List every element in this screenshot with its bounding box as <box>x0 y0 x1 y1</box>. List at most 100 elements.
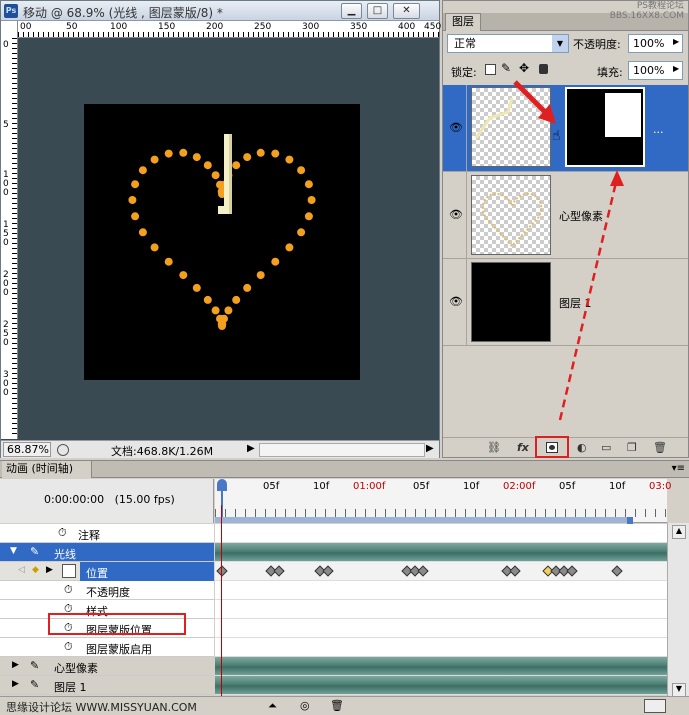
track-mask-enable[interactable] <box>215 638 667 657</box>
scroll-up-arrow[interactable]: ▲ <box>672 525 686 539</box>
triangle-right-icon[interactable]: ▶ <box>12 660 19 670</box>
triangle-right-icon[interactable]: ▶ <box>247 443 255 454</box>
heart-dot <box>232 295 241 304</box>
layer-row-layer1[interactable]: 👁 图层 1 <box>443 259 688 346</box>
track-opacity[interactable] <box>215 581 667 600</box>
document-titlebar[interactable]: Ps 移动 @ 68.9% (光线 , 图层蒙版/8) * ▁ □ ✕ <box>1 1 439 21</box>
lock-move-icon[interactable]: ✥ <box>519 61 529 75</box>
heart-dot <box>216 180 224 189</box>
zoom-field[interactable]: 68.87% <box>3 442 51 457</box>
ruler-tick-label: 250 <box>3 320 9 348</box>
timeline-header: 0:00:00:00 (15.00 fps) <box>0 479 214 523</box>
mask-icon-dot <box>549 445 555 450</box>
layer-thumbnail[interactable] <box>471 87 551 167</box>
lock-all-icon[interactable] <box>539 64 548 74</box>
keyframe-marker[interactable] <box>322 565 334 577</box>
fx-icon[interactable]: fx <box>517 441 529 454</box>
ruler-top[interactable]: 00 50 100 150 200 250 300 350 400 450 <box>18 21 441 38</box>
keyframe-marker[interactable] <box>566 565 578 577</box>
timeline-row-position[interactable]: ◁ ◆ ▶ 位置 <box>0 562 214 581</box>
timeline-row-comments[interactable]: ⏱ 注释 <box>0 524 214 543</box>
visibility-toggle[interactable]: 👁 <box>445 172 467 258</box>
heart-dot <box>164 149 173 158</box>
tab-layers[interactable]: 图层 <box>445 13 481 31</box>
heart-artwork <box>128 134 316 330</box>
track-mask-position[interactable] <box>215 619 667 638</box>
canvas[interactable] <box>84 104 360 380</box>
triangle-right-icon[interactable]: ▶ <box>673 64 679 73</box>
layer-row-heart[interactable]: 👁 心型像素 <box>443 172 688 259</box>
track-style[interactable] <box>215 600 667 619</box>
timeline-row-mask-enable[interactable]: ⏱ 图层蒙版启用 <box>0 638 214 657</box>
hand-cursor-icon: ☝ <box>552 128 561 144</box>
timeline-ruler[interactable]: 05f 10f 01:00f 05f 10f 02:00f 05f 10f 03:0 <box>215 479 671 525</box>
track-heart[interactable] <box>215 657 667 676</box>
folder-icon[interactable]: ▭ <box>601 441 611 454</box>
watermark: PS教程论坛 BBS.16XX8.COM <box>610 1 684 21</box>
timeline-vertical-scrollbar[interactable]: ▲ ▼ <box>667 523 689 703</box>
adjustment-icon[interactable]: ◐ <box>577 441 587 454</box>
track-position[interactable] <box>215 562 667 581</box>
lock-transparent-icon[interactable] <box>485 64 496 75</box>
trash-icon[interactable]: 🗑 <box>330 699 344 712</box>
minimize-button[interactable]: ▁ <box>341 3 362 19</box>
panel-menu-icon[interactable]: ▾≡ <box>672 463 685 474</box>
heart-dot <box>203 161 212 170</box>
track-comments[interactable] <box>215 524 667 543</box>
visibility-toggle[interactable]: 👁 <box>445 259 467 345</box>
triangle-right-icon[interactable]: ▶ <box>673 37 679 46</box>
keyframe-marker[interactable] <box>216 565 228 577</box>
next-keyframe-icon[interactable]: ▶ <box>46 565 53 575</box>
heart-dot <box>211 171 220 180</box>
layer-thumbnail[interactable] <box>471 262 551 342</box>
current-time[interactable]: 0:00:00:00 (15.00 fps) <box>44 493 175 506</box>
track-light[interactable] <box>215 543 667 562</box>
scroll-right-arrow[interactable]: ▶ <box>426 443 434 454</box>
stopwatch-icon[interactable]: ⏱ <box>64 640 73 654</box>
onion-skin-icon[interactable]: ◎ <box>300 699 310 712</box>
ruler-time-label: 10f <box>609 481 626 492</box>
add-mask-button[interactable] <box>535 436 569 458</box>
trash-icon[interactable]: 🗑 <box>653 441 667 454</box>
keyframe-marker[interactable] <box>273 565 285 577</box>
ruler-left[interactable]: 0 5 100 150 200 250 300 <box>1 21 18 439</box>
chevron-down-icon[interactable]: ▼ <box>552 35 568 52</box>
chevron-down-icon[interactable]: ▼ <box>10 546 17 556</box>
ruler-tick-label: 100 <box>110 22 128 32</box>
maximize-button[interactable]: □ <box>367 3 388 19</box>
stopwatch-icon[interactable] <box>62 564 76 578</box>
lock-brush-icon[interactable]: ✎ <box>501 61 511 75</box>
keyframe-icon[interactable]: ◆ <box>32 565 39 575</box>
keyframe-marker[interactable] <box>417 565 429 577</box>
link-icon[interactable]: ⛓ <box>487 441 501 454</box>
work-area-bar[interactable] <box>215 517 627 523</box>
track-layer1[interactable] <box>215 676 667 695</box>
new-layer-icon[interactable]: ❐ <box>627 441 637 454</box>
timeline-row-heart[interactable]: ▶ ✎ 心型像素 <box>0 657 214 676</box>
timeline-row-layer1[interactable]: ▶ ✎ 图层 1 <box>0 676 214 695</box>
tab-animation-timeline[interactable]: 动画 (时间轴) <box>2 461 92 478</box>
layer-thumbnail[interactable] <box>471 175 551 255</box>
close-button[interactable]: ✕ <box>393 3 420 19</box>
layer-row-light[interactable]: 👁 ... <box>443 85 688 172</box>
stopwatch-icon[interactable]: ⏱ <box>58 526 67 540</box>
keyframe-marker[interactable] <box>611 565 623 577</box>
ruler-ticks <box>12 38 17 438</box>
status-menu-icon[interactable] <box>57 444 69 456</box>
keyframe-marker[interactable] <box>509 565 521 577</box>
tween-icon[interactable]: ⏶ <box>268 699 277 713</box>
timeline-row-light[interactable]: ▼ ✎ 光线 <box>0 543 214 562</box>
visibility-toggle[interactable]: 👁 <box>445 85 467 171</box>
stopwatch-icon[interactable]: ⏱ <box>64 583 73 597</box>
horizontal-scrollbar[interactable] <box>259 443 425 457</box>
heart-dot <box>307 196 316 204</box>
timeline-row-opacity[interactable]: ⏱ 不透明度 <box>0 581 214 600</box>
prev-keyframe-icon[interactable]: ◁ <box>18 565 25 575</box>
timeline-tabbar <box>0 461 689 478</box>
blend-mode-select[interactable]: 正常 ▼ <box>447 34 569 53</box>
convert-frames-button[interactable] <box>644 699 666 713</box>
triangle-right-icon[interactable]: ▶ <box>12 679 19 689</box>
layer-mask-thumbnail[interactable] <box>565 87 645 167</box>
scroll-down-arrow[interactable]: ▼ <box>672 683 686 697</box>
playhead-handle <box>217 479 227 491</box>
